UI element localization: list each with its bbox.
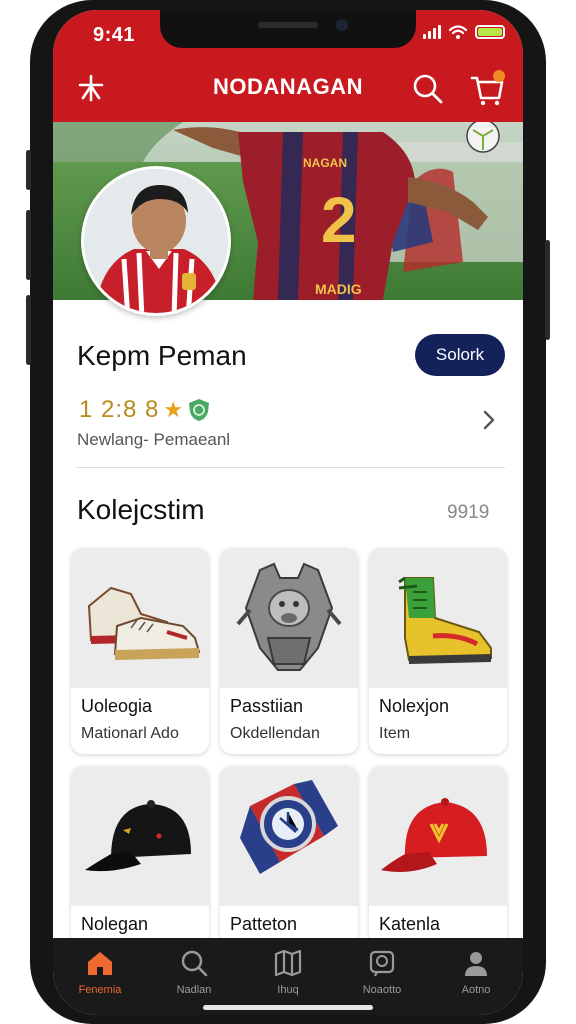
card-image xyxy=(220,766,358,906)
notch xyxy=(160,10,416,48)
tab-label: Aotno xyxy=(461,984,491,996)
card-image xyxy=(71,766,209,906)
front-camera xyxy=(336,19,348,31)
collection-card-trophy[interactable]: Passtiian Okdellendan xyxy=(220,548,358,754)
profile-avatar[interactable] xyxy=(81,166,231,316)
status-time: 9:41 xyxy=(93,24,136,46)
card-image xyxy=(220,548,358,688)
svg-text:2: 2 xyxy=(321,184,357,256)
tab-activity[interactable]: Noaotto xyxy=(335,938,429,1015)
status-icons xyxy=(423,24,505,40)
card-subtitle: Okdellendan xyxy=(230,725,320,742)
player-subtitle: Newlang- Pemaeanl xyxy=(77,430,231,449)
collection-card-cap[interactable]: Nolegan xyxy=(71,766,209,946)
watch-icon xyxy=(240,780,338,874)
tab-search[interactable]: Nadlan xyxy=(147,938,241,1015)
collection-title: Kolejcstim xyxy=(77,494,205,525)
collection-card-boot[interactable]: Nolexjon Item xyxy=(369,548,507,754)
divider xyxy=(77,467,505,468)
sneakers-icon xyxy=(87,586,201,660)
player-name: Kepm Peman xyxy=(77,340,247,371)
map-icon xyxy=(274,949,302,977)
collection-card-red-cap[interactable]: Katenla xyxy=(369,766,507,946)
top-app-bar: 9:41 NODANAGAN xyxy=(53,10,523,122)
trophy-icon xyxy=(236,562,342,671)
volume-up-button xyxy=(26,210,31,280)
star-icon: ★ xyxy=(163,397,185,422)
card-image xyxy=(369,766,507,906)
card-subtitle: Mationarl Ado xyxy=(81,725,179,742)
card-title: Katenla xyxy=(379,914,441,934)
cap-icon xyxy=(85,800,191,872)
speaker xyxy=(258,22,318,28)
svg-text:MADIG: MADIG xyxy=(315,281,362,297)
avatar-image xyxy=(84,169,228,313)
cart-icon[interactable] xyxy=(467,68,507,108)
red-cap-icon xyxy=(381,798,487,872)
tab-map[interactable]: Ihuq xyxy=(241,938,335,1015)
profile-icon xyxy=(465,952,487,976)
card-title: Nolegan xyxy=(81,914,149,934)
app-screen: 9:41 NODANAGAN 2 NAGAN MADIG Kepm Peman … xyxy=(53,10,523,1015)
app-title: NODANAGAN xyxy=(213,74,363,99)
search-icon xyxy=(181,950,208,977)
card-title: Passtiian xyxy=(230,696,304,716)
tab-label: Nadlan xyxy=(176,984,212,996)
silent-switch xyxy=(26,150,31,190)
home-icon xyxy=(88,952,112,975)
tab-home[interactable]: Fenemia xyxy=(53,938,147,1015)
search-icon[interactable] xyxy=(411,72,445,106)
card-image xyxy=(369,548,507,688)
signal-icon xyxy=(423,25,441,39)
card-title: Patteton xyxy=(230,914,298,934)
card-title: Uoleogia xyxy=(81,696,153,716)
tab-label: Fenemia xyxy=(78,984,122,996)
card-title: Nolexjon xyxy=(379,696,450,716)
wifi-icon xyxy=(448,25,468,39)
tab-profile[interactable]: Aotno xyxy=(429,938,523,1015)
card-subtitle: Item xyxy=(379,725,411,742)
tab-label: Ihuq xyxy=(277,984,299,996)
clock-icon xyxy=(369,950,395,977)
collection-count: 9919 xyxy=(447,502,490,523)
chevron-right-icon[interactable] xyxy=(481,408,497,432)
power-button xyxy=(545,240,550,340)
battery-icon xyxy=(475,25,505,39)
card-image xyxy=(71,548,209,688)
follow-button[interactable]: Solork xyxy=(415,334,505,376)
stats-value: 1 2:8 8 xyxy=(79,396,160,423)
bottom-tab-bar: Fenemia Nadlan Ihuq Noaotto Aotno xyxy=(53,938,523,1015)
collection-card-sneakers[interactable]: Uoleogia Mationarl Ado xyxy=(71,548,209,754)
shield-badge-icon xyxy=(189,399,210,421)
volume-down-button xyxy=(26,295,31,365)
tab-label: Noaotto xyxy=(362,984,402,996)
boot-icon xyxy=(398,576,492,664)
collection-card-watch[interactable]: Patteton xyxy=(220,766,358,946)
svg-text:NAGAN: NAGAN xyxy=(303,156,347,170)
player-stats: 1 2:8 8 ★ xyxy=(79,396,210,424)
home-indicator xyxy=(203,1005,373,1010)
